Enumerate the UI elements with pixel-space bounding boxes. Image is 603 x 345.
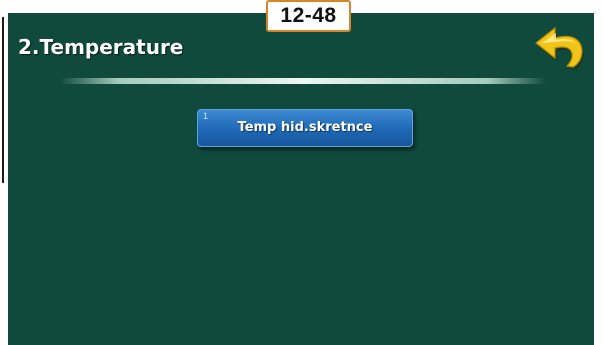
page-code-label: 12-48 [266, 0, 351, 32]
title-divider [60, 78, 546, 84]
device-screen: 2.Temperature 1 Temp hid.skretnce [8, 13, 594, 345]
menu-item-label: Temp hid.skretnce [237, 120, 373, 135]
back-button[interactable] [533, 21, 589, 73]
left-bracket-divider [0, 17, 4, 183]
back-arrow-icon [535, 26, 584, 70]
menu-item-temp-hid-skretnce[interactable]: 1 Temp hid.skretnce [197, 109, 413, 147]
page: 2.Temperature 1 Temp hid.skretnce 12-48 [0, 0, 603, 345]
screen-title: 2.Temperature [18, 35, 184, 59]
